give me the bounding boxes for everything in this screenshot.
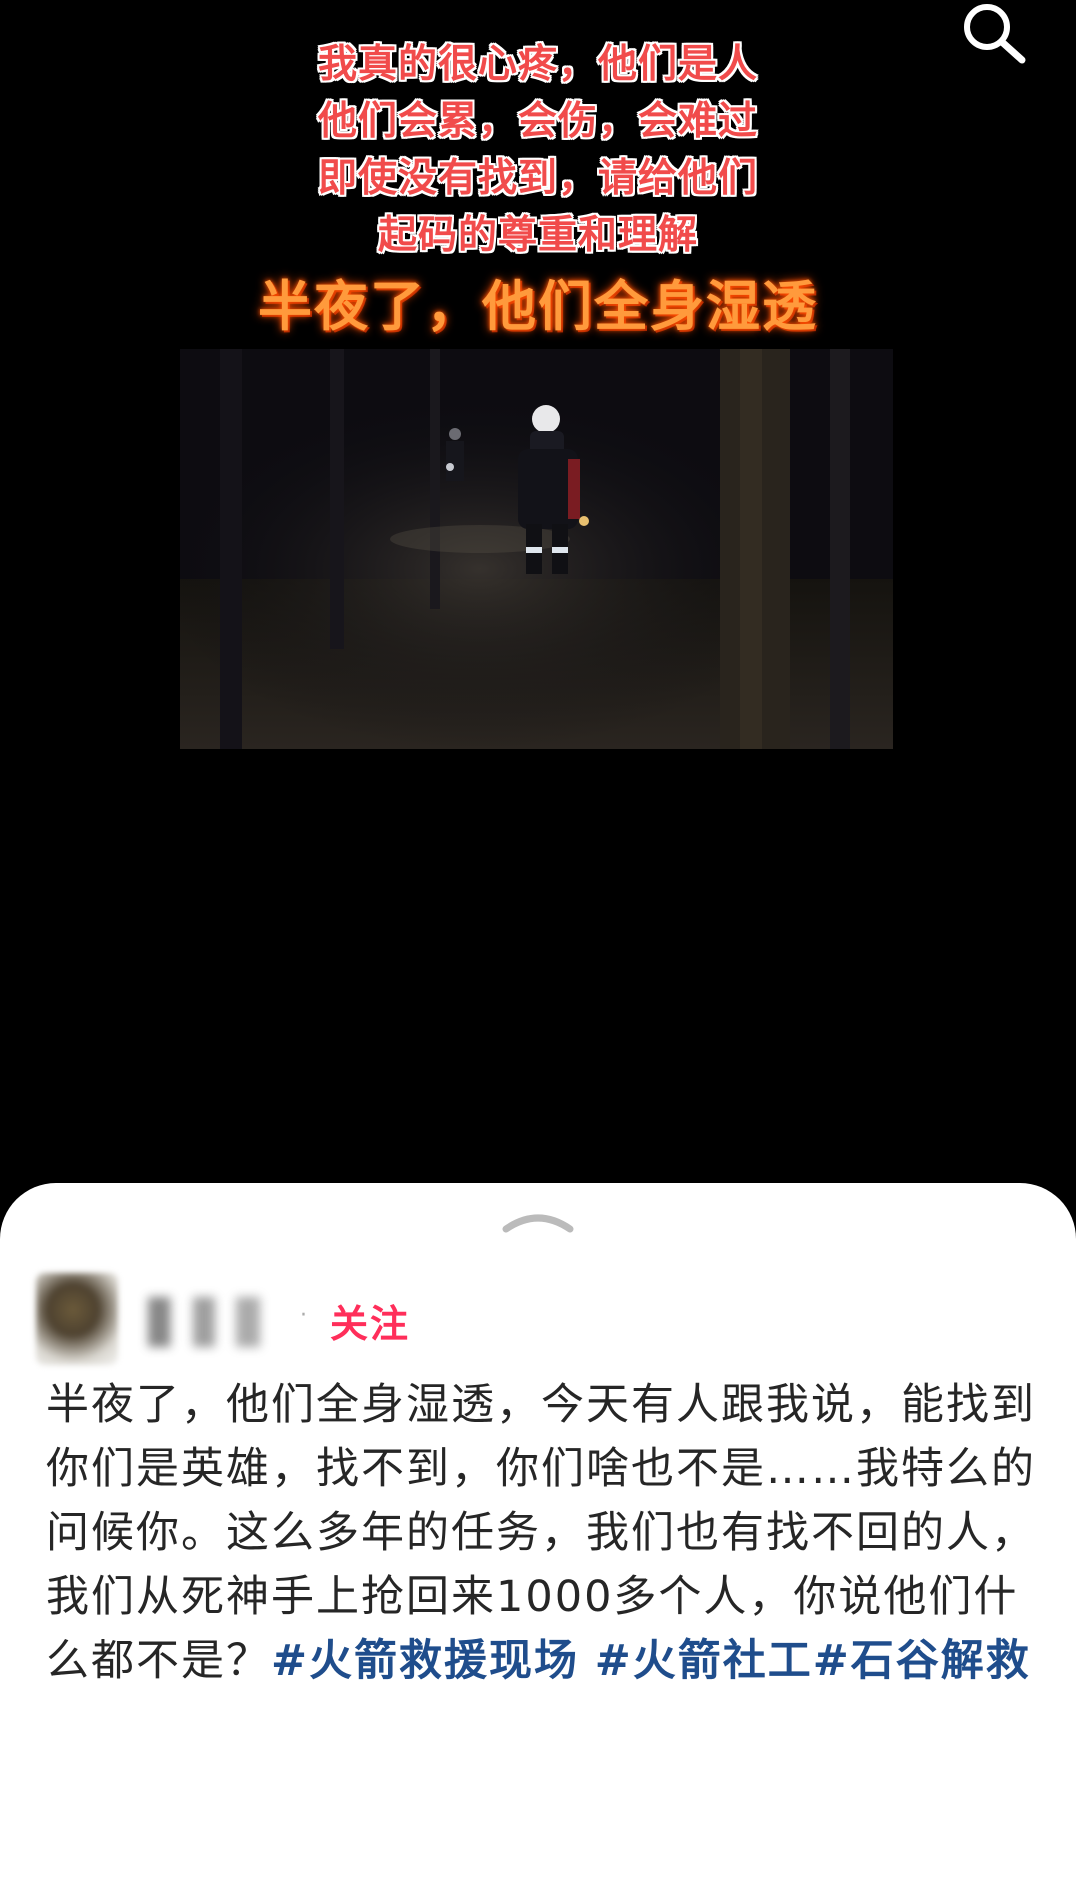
video-headline: 半夜了，他们全身湿透 [258,275,818,338]
caption-line: 他们会累，会伤，会难过 [317,98,758,144]
expand-handle[interactable] [500,1209,576,1235]
follow-button[interactable]: 关注 [330,1293,410,1348]
hashtag-link[interactable]: #火箭社工 [595,1636,813,1686]
separator-dot: · [300,1303,307,1328]
caption-line: 起码的尊重和理解 [377,212,698,258]
username-blurred[interactable] [148,1297,308,1347]
avatar[interactable] [36,1273,118,1365]
chevron-up-icon [502,1214,574,1233]
caption-line: 即使没有找到，请给他们 [317,155,758,201]
post-body: 半夜了，他们全身湿透，今天有人跟我说，能找到你们是英雄，找不到，你们啥也不是……… [46,1373,1036,1693]
video-player[interactable] [180,349,893,749]
hashtag-link[interactable]: #火箭救援现场 [271,1636,579,1686]
hashtag-link[interactable]: #石谷解救 [813,1636,1031,1686]
video-frame-image [180,349,893,749]
caption-line: 我真的很心疼，他们是人 [317,41,758,87]
video-caption: 我真的很心疼，他们是人 他们会累，会伤，会难过 即使没有找到，请给他们 起码的尊… [0,36,1076,264]
post-detail-sheet: · 关注 半夜了，他们全身湿透，今天有人跟我说，能找到你们是英雄，找不到，你们啥… [0,1183,1076,1883]
author-row: · 关注 [36,1273,936,1365]
